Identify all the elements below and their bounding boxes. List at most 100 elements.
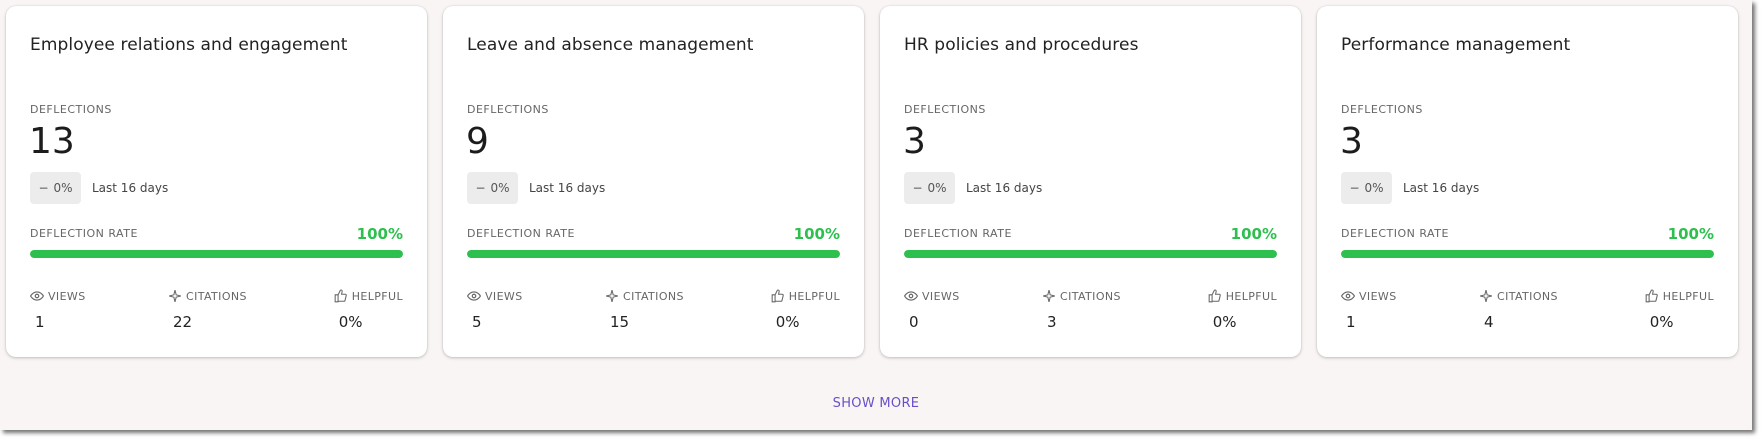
views-value: 5 — [472, 313, 482, 331]
deflections-value: 3 — [903, 121, 926, 162]
card-title: Leave and absence management — [467, 35, 754, 55]
deflections-label: DEFLECTIONS — [467, 103, 549, 116]
card-title: Employee relations and engagement — [30, 35, 348, 55]
trend: − 0% Last 16 days — [30, 172, 168, 204]
deflection-rate-value: 100% — [1230, 225, 1277, 243]
deflection-rate-value: 100% — [356, 225, 403, 243]
topic-card[interactable]: Employee relations and engagement DEFLEC… — [6, 6, 427, 357]
trend-value: 0% — [927, 181, 947, 195]
sparkle-icon — [1043, 290, 1055, 302]
trend-chip: − 0% — [467, 172, 518, 204]
trend-chip: − 0% — [30, 172, 81, 204]
citations-stat: CITATIONS 15 — [605, 289, 684, 331]
views-value: 1 — [35, 313, 45, 331]
deflection-rate-label: DEFLECTION RATE — [1341, 227, 1449, 240]
views-stat: VIEWS 0 — [904, 289, 960, 331]
trend-period: Last 16 days — [92, 181, 169, 195]
deflection-rate-bar — [30, 250, 403, 258]
thumbs-up-icon — [334, 289, 347, 303]
eye-icon — [30, 291, 44, 301]
dash-icon: − — [912, 181, 923, 195]
trend-value: 0% — [1364, 181, 1384, 195]
views-value: 0 — [909, 313, 919, 331]
trend-period: Last 16 days — [966, 181, 1043, 195]
deflection-rate-bar — [467, 250, 840, 258]
views-label: VIEWS — [48, 289, 86, 303]
deflections-value: 3 — [1340, 121, 1363, 162]
deflection-rate-value: 100% — [793, 225, 840, 243]
views-stat: VIEWS 5 — [467, 289, 523, 331]
deflections-value: 13 — [29, 121, 75, 162]
sparkle-icon — [169, 290, 181, 302]
citations-value: 15 — [610, 313, 630, 331]
helpful-stat: HELPFUL 0% — [334, 289, 403, 331]
views-stat: VIEWS 1 — [30, 289, 86, 331]
eye-icon — [467, 291, 481, 301]
deflection-rate-fill — [1341, 250, 1714, 258]
citations-stat: CITATIONS 22 — [168, 289, 247, 331]
deflections-label: DEFLECTIONS — [30, 103, 112, 116]
trend-period: Last 16 days — [529, 181, 606, 195]
sparkle-icon — [606, 290, 618, 302]
trend-value: 0% — [490, 181, 510, 195]
helpful-stat: HELPFUL 0% — [1208, 289, 1277, 331]
views-label: VIEWS — [1359, 289, 1397, 303]
dash-icon: − — [38, 181, 49, 195]
citations-value: 22 — [173, 313, 193, 331]
eye-icon — [904, 291, 918, 301]
helpful-stat: HELPFUL 0% — [1645, 289, 1714, 331]
topic-card[interactable]: Performance management DEFLECTIONS 3 − 0… — [1317, 6, 1738, 357]
citations-stat: CITATIONS 4 — [1479, 289, 1558, 331]
deflections-value: 9 — [466, 121, 489, 162]
helpful-value: 0% — [338, 313, 363, 331]
deflection-rate-bar — [904, 250, 1277, 258]
citations-value: 4 — [1484, 313, 1494, 331]
deflection-rate-fill — [467, 250, 840, 258]
dash-icon: − — [1349, 181, 1360, 195]
citations-label: CITATIONS — [623, 289, 684, 303]
helpful-value: 0% — [775, 313, 800, 331]
citations-label: CITATIONS — [1060, 289, 1121, 303]
helpful-value: 0% — [1212, 313, 1237, 331]
trend: − 0% Last 16 days — [1341, 172, 1479, 204]
deflection-rate-bar — [1341, 250, 1714, 258]
card-title: HR policies and procedures — [904, 35, 1139, 55]
deflection-rate-value: 100% — [1667, 225, 1714, 243]
thumbs-up-icon — [771, 289, 784, 303]
helpful-value: 0% — [1649, 313, 1674, 331]
views-label: VIEWS — [922, 289, 960, 303]
citations-stat: CITATIONS 3 — [1042, 289, 1121, 331]
deflections-label: DEFLECTIONS — [1341, 103, 1423, 116]
topic-panel: Employee relations and engagement DEFLEC… — [0, 0, 1752, 430]
helpful-label: HELPFUL — [788, 289, 840, 303]
topic-card[interactable]: Leave and absence management DEFLECTIONS… — [443, 6, 864, 357]
citations-value: 3 — [1047, 313, 1057, 331]
views-stat: VIEWS 1 — [1341, 289, 1397, 331]
sparkle-icon — [1480, 290, 1492, 302]
trend-period: Last 16 days — [1403, 181, 1480, 195]
helpful-label: HELPFUL — [1225, 289, 1277, 303]
helpful-label: HELPFUL — [351, 289, 403, 303]
deflection-rate-fill — [904, 250, 1277, 258]
thumbs-up-icon — [1645, 289, 1658, 303]
trend-value: 0% — [53, 181, 73, 195]
topic-card[interactable]: HR policies and procedures DEFLECTIONS 3… — [880, 6, 1301, 357]
deflections-label: DEFLECTIONS — [904, 103, 986, 116]
deflection-rate-label: DEFLECTION RATE — [467, 227, 575, 240]
dash-icon: − — [475, 181, 486, 195]
show-more-button[interactable]: SHOW MORE — [0, 396, 1752, 411]
views-label: VIEWS — [485, 289, 523, 303]
deflection-rate-label: DEFLECTION RATE — [904, 227, 1012, 240]
helpful-stat: HELPFUL 0% — [771, 289, 840, 331]
trend-chip: − 0% — [1341, 172, 1392, 204]
trend-chip: − 0% — [904, 172, 955, 204]
thumbs-up-icon — [1208, 289, 1221, 303]
trend: − 0% Last 16 days — [467, 172, 605, 204]
views-value: 1 — [1346, 313, 1356, 331]
citations-label: CITATIONS — [186, 289, 247, 303]
citations-label: CITATIONS — [1497, 289, 1558, 303]
deflection-rate-label: DEFLECTION RATE — [30, 227, 138, 240]
card-title: Performance management — [1341, 35, 1571, 55]
trend: − 0% Last 16 days — [904, 172, 1042, 204]
deflection-rate-fill — [30, 250, 403, 258]
